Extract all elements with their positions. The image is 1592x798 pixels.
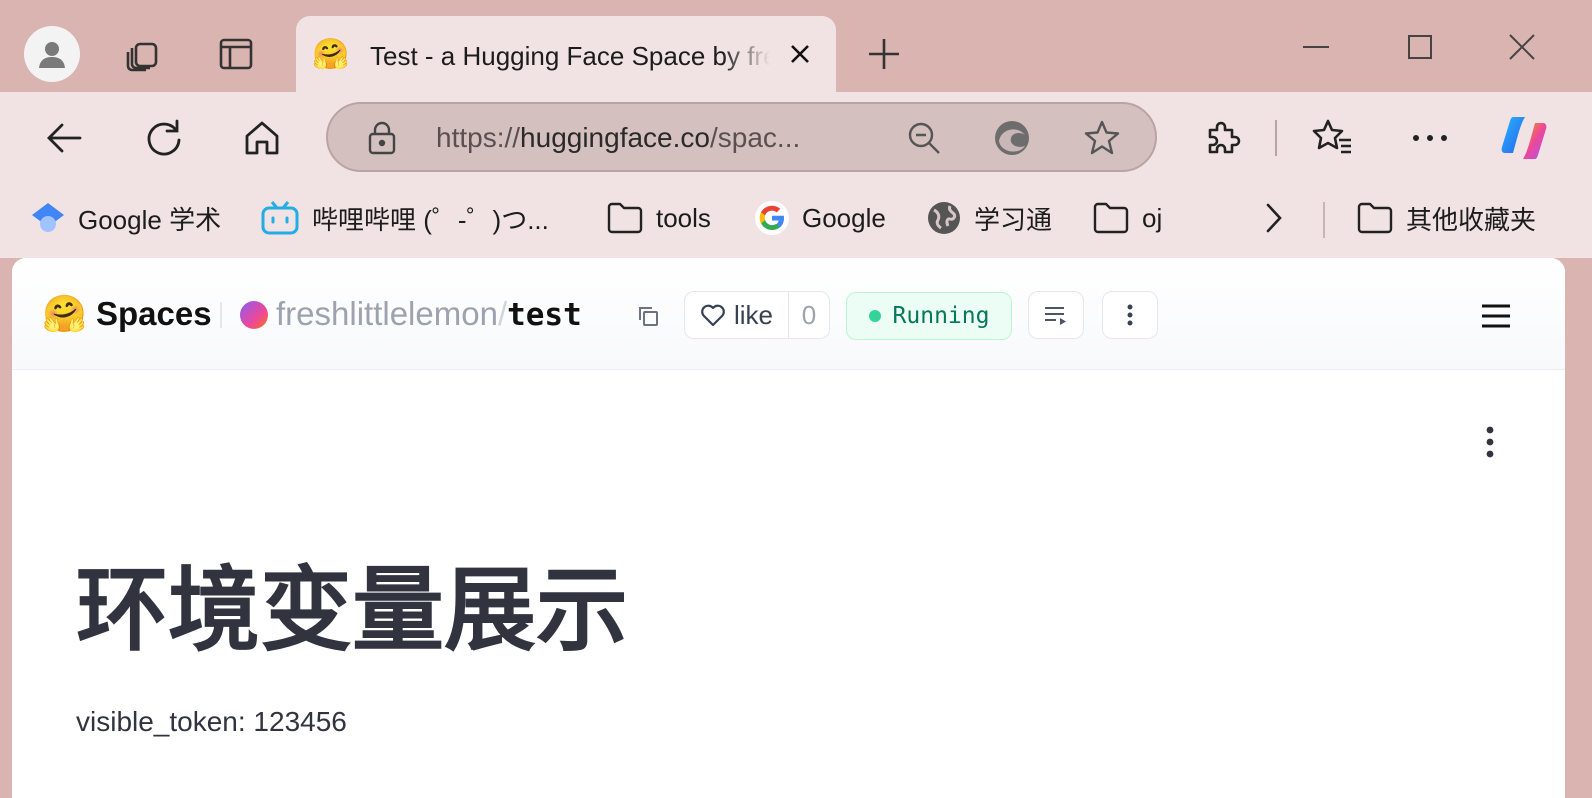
favorites-list-icon [1312,119,1351,154]
maximize-button[interactable] [1392,22,1448,72]
google-scholar-icon [32,203,64,232]
page-viewport: 🤗 Spaces freshlittlelemon/test like 0 Ru… [12,258,1565,798]
more-menu-button[interactable] [1402,110,1458,166]
minimize-button[interactable] [1288,22,1344,72]
zoom-out-icon[interactable] [904,118,944,158]
toolbar-separator [1275,120,1277,156]
header-divider [220,302,222,328]
folder-icon [1357,202,1393,234]
home-icon [245,121,279,155]
copilot-icon [1501,117,1547,159]
favorites-button[interactable] [1304,110,1360,166]
spaces-link[interactable]: Spaces [96,294,212,334]
app-menu-button[interactable] [1474,420,1506,464]
bookmark-folder-oj[interactable]: oj [1092,198,1162,238]
tab-close-button[interactable] [784,38,816,70]
arrow-left-icon [47,123,82,153]
bilibili-icon [261,201,299,235]
copy-repo-button[interactable] [634,302,662,330]
hugging-face-logo-icon[interactable]: 🤗 [42,294,87,334]
more-vertical-icon [1486,426,1494,458]
maximize-icon [1408,35,1432,59]
logs-icon [1045,307,1066,325]
bookmark-label: Google 学术 [78,204,222,235]
bookmark-bilibili[interactable]: 哔哩哔哩 (゜-゜)つ... [260,198,549,238]
bookmark-label: 哔哩哔哩 (゜-゜)つ... [312,204,549,235]
profile-button[interactable] [24,26,80,82]
bookmarks-separator [1323,202,1325,238]
address-bar[interactable]: https://huggingface.co/spac... [326,102,1157,172]
status-dot [868,310,881,322]
bookmark-label: 其他收藏夹 [1406,204,1537,235]
bookmark-google-scholar[interactable]: Google 学术 [30,198,221,238]
bookmark-label: oj [1142,202,1163,233]
extensions-button[interactable] [1194,110,1250,166]
space-header: 🤗 Spaces freshlittlelemon/test like 0 Ru… [12,258,1565,370]
close-window-button[interactable] [1494,22,1550,72]
tab-actions-icon [219,38,253,70]
status-label: Running [892,303,990,329]
vertical-tabs-button[interactable] [208,26,264,82]
profile-icon [39,42,65,68]
favorite-star-icon[interactable] [1082,118,1122,158]
like-label: like [733,299,773,330]
hugging-face-favicon-icon: 🤗 [312,38,350,71]
env-variable-line: visible_token: 123456 [76,706,347,737]
path-slash: / [497,295,508,332]
close-icon [791,45,809,63]
new-tab-button[interactable] [860,30,908,78]
bookmark-folder-tools[interactable]: tools [606,198,711,238]
close-icon [1509,34,1535,60]
toolbar: https://huggingface.co/spac... [0,92,1592,184]
folder-icon [1093,202,1129,234]
bookmarks-bar: Google 学术 哔哩哔哩 (゜-゜)つ... tools Google 学习… [0,184,1592,258]
bookmark-google[interactable]: Google [754,198,886,238]
copy-icon [639,307,658,326]
bookmark-label: tools [656,202,711,233]
tab-strip: 🤗 Test - a Hugging Face Space by freshli… [0,0,1592,92]
workspaces-button[interactable] [114,26,170,82]
heart-icon [701,304,725,327]
status-badge[interactable]: Running [846,292,1012,340]
lock-icon[interactable] [366,121,398,160]
workspaces-icon [126,42,158,72]
repo-name-link[interactable]: test [507,297,582,333]
menu-icon [1482,304,1510,328]
like-button[interactable]: like 0 [684,291,830,339]
edge-icon[interactable] [992,118,1032,158]
folder-icon [607,202,643,234]
url-text[interactable]: https://huggingface.co/spac... [436,118,800,158]
other-favorites-folder[interactable]: 其他收藏夹 [1356,198,1536,238]
hamburger-menu-button[interactable] [1474,296,1518,336]
refresh-icon [147,119,181,156]
bookmarks-overflow-button[interactable] [1258,198,1288,238]
active-tab[interactable]: 🤗 Test - a Hugging Face Space by freshli… [296,16,836,92]
globe-icon [928,202,960,234]
back-button[interactable] [36,110,92,166]
space-path: freshlittlelemon/test [276,294,582,335]
owner-avatar[interactable] [240,301,268,329]
minimize-icon [1303,46,1329,48]
like-count[interactable]: 0 [789,292,829,338]
copilot-button[interactable] [1496,110,1552,166]
bookmark-xuexitong[interactable]: 学习通 [926,198,1052,238]
tab-title: Test - a Hugging Face Space by freshlitt… [370,41,770,71]
logs-button[interactable] [1028,291,1084,339]
plus-icon [869,39,899,69]
refresh-button[interactable] [136,110,192,166]
more-horizontal-icon [1413,135,1447,141]
home-button[interactable] [234,110,290,166]
more-vertical-icon [1127,304,1133,326]
like-toggle[interactable]: like [685,292,789,338]
app-title: 环境变量展示 [76,557,629,664]
chevron-right-icon [1266,203,1282,233]
puzzle-icon [1208,121,1241,154]
space-options-button[interactable] [1102,291,1158,339]
bookmark-label: Google [802,202,886,233]
owner-link[interactable]: freshlittlelemon [276,295,498,332]
bookmark-label: 学习通 [974,204,1053,235]
google-icon [755,201,789,235]
